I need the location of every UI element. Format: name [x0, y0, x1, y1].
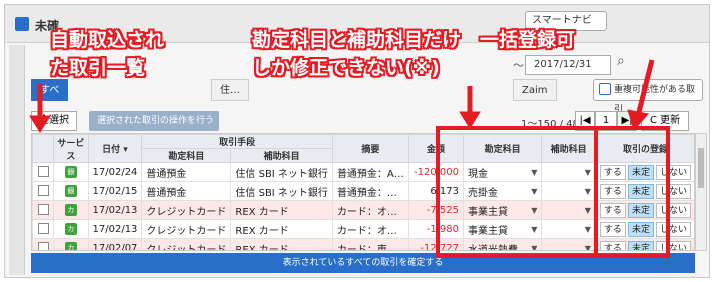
arrow-left-head	[29, 115, 51, 133]
arrow-right-head	[627, 109, 649, 132]
arrow-right-shaft	[635, 59, 655, 117]
annotation-arrows	[29, 59, 655, 133]
arrow-middle-head	[459, 111, 481, 129]
